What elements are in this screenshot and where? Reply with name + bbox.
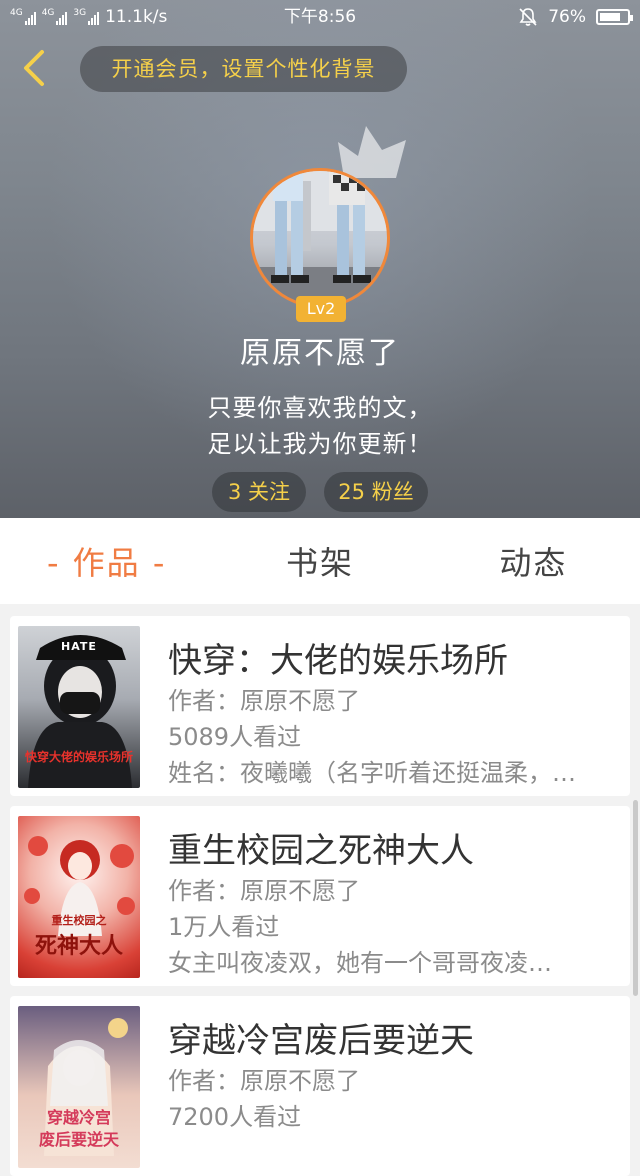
profile-tabs: - 作品 - 书架 动态 [0,518,640,604]
book-views: 1万人看过 [168,913,280,941]
book-author: 作者：原原不愿了 [168,1067,360,1095]
vip-banner-button[interactable]: 开通会员，设置个性化背景 [80,46,407,92]
back-button[interactable] [14,46,54,90]
cover-title: 死神大人 [34,934,123,959]
battery-percent: 76% [548,7,586,27]
username: 原原不愿了 [240,336,400,371]
cover-title: 快穿大佬的娱乐场所 [24,750,133,764]
tab-activity[interactable]: 动态 [427,538,640,584]
book-list: HATE 快穿大佬的娱乐场所 快穿：大佬的娱乐场所 作者：原原不愿了 5089人… [0,604,640,1176]
book-title[interactable]: 重生校园之死神大人 [168,828,618,874]
cover-subtitle: 重生校园之 [51,914,107,927]
level-badge: Lv2 [296,296,346,322]
avatar-container[interactable] [250,168,390,308]
avatar[interactable] [250,168,390,308]
cover-title: 穿越冷宫 [46,1108,111,1127]
status-right: 76% [518,0,633,34]
profile-header: 4G 4G 3G 11.1k/s 下午8:56 76% 开通会员，设置个性化背景… [0,0,640,518]
bio-line: 只要你喜欢我的文， [207,394,433,422]
book-description: 姓名：夜曦曦（名字听着还挺温柔，… [168,759,576,787]
mute-bell-icon [519,8,537,26]
cover-subtitle: 废后要逆天 [38,1130,119,1149]
status-bar: 4G 4G 3G 11.1k/s 下午8:56 76% [0,0,640,34]
book-card[interactable]: 重生校园之 死神大人 重生校园之死神大人 作者：原原不愿了 1万人看过 女主叫夜… [10,806,630,986]
scrollbar[interactable] [633,800,638,996]
book-views: 7200人看过 [168,1103,302,1131]
book-views: 5089人看过 [168,723,302,751]
book-cover[interactable]: 重生校园之 死神大人 [18,816,140,978]
book-card[interactable]: 穿越冷宫 废后要逆天 穿越冷宫废后要逆天 作者：原原不愿了 7200人看过 [10,996,630,1176]
bio: 只要你喜欢我的文， 足以让我为你更新！ [0,390,640,462]
book-author: 作者：原原不愿了 [168,687,360,715]
book-card[interactable]: HATE 快穿大佬的娱乐场所 快穿：大佬的娱乐场所 作者：原原不愿了 5089人… [10,616,630,796]
fans-button[interactable]: 25 粉丝 [324,472,428,512]
avatar-photo [253,171,387,305]
tab-bookshelf[interactable]: 书架 [213,538,426,584]
bio-line: 足以让我为你更新！ [207,430,433,458]
following-button[interactable]: 3 关注 [212,472,306,512]
book-cover[interactable]: 穿越冷宫 废后要逆天 [18,1006,140,1168]
battery-fill [600,13,620,21]
chevron-left-icon [24,50,44,86]
book-title[interactable]: 穿越冷宫废后要逆天 [168,1018,618,1064]
cover-label: HATE [61,640,97,653]
book-cover[interactable]: HATE 快穿大佬的娱乐场所 [18,626,140,788]
battery-icon [596,9,633,25]
book-title[interactable]: 快穿：大佬的娱乐场所 [168,638,618,684]
book-author: 作者：原原不愿了 [168,877,360,905]
book-description: 女主叫夜凌双，她有一个哥哥夜凌… [168,949,552,977]
tab-works[interactable]: - 作品 - [0,538,213,584]
